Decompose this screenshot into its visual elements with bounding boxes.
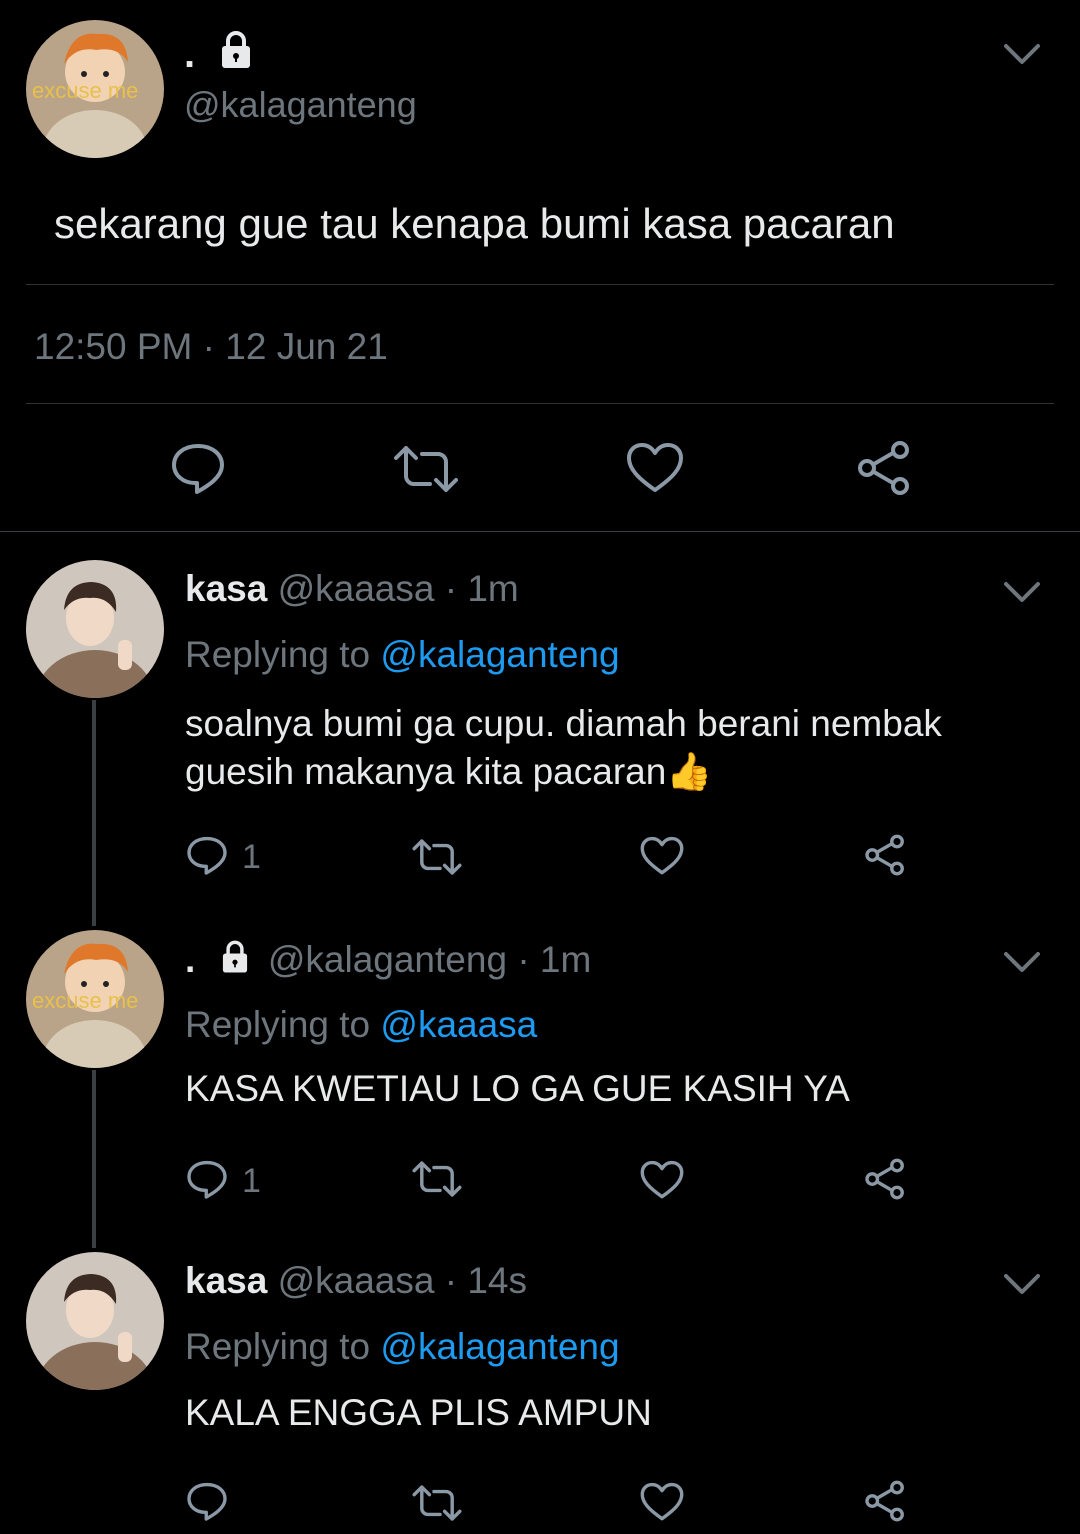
reply-count: 1 [242,838,261,876]
separator: · [444,1260,458,1301]
display-name[interactable]: . [184,32,195,77]
replying-to: Replying to @kalaganteng [185,1326,620,1368]
tweet-text-line: soalnya bumi ga cupu. diamah berani nemb… [185,703,942,744]
lock-icon [222,31,250,68]
thumbs-up-emoji: 👍 [666,751,713,792]
separator: · [517,939,530,980]
tweet-text-span: guesih makanya kita pacaran [185,751,667,792]
replying-handle-link[interactable]: @kalaganteng [380,1326,619,1367]
thread-line [92,700,96,926]
like-icon[interactable] [640,1482,684,1522]
retweet-icon[interactable] [412,1484,462,1522]
display-name[interactable]: kasa [185,568,267,609]
separator: · [202,326,215,367]
handle[interactable]: @kaaasa [278,1260,435,1301]
chevron-down-icon[interactable] [1002,34,1042,74]
thread-line [92,1070,96,1248]
lock-icon [222,940,247,973]
relative-time: 1m [539,939,592,980]
share-icon[interactable] [864,1158,906,1200]
like-icon[interactable] [640,1160,684,1200]
avatar-image [26,560,164,698]
tweet-text-line: guesih makanya kita pacaran👍 [185,748,942,796]
retweet-icon[interactable] [412,1160,462,1198]
relative-time: 1m [467,568,519,609]
replying-handle-link[interactable]: @kaaasa [380,1004,537,1045]
avatar[interactable]: excuse me [26,20,164,158]
reply-icon[interactable] [186,1158,228,1200]
tweet-text: KALA ENGGA PLIS AMPUN [185,1392,652,1433]
avatar-image [26,1252,164,1390]
avatar[interactable] [26,560,164,698]
replying-to: Replying to @kalaganteng [185,634,620,676]
retweet-icon[interactable] [412,838,462,876]
chevron-down-icon[interactable] [1002,942,1042,982]
replying-to: Replying to @kaaasa [185,1004,537,1046]
handle[interactable]: @kalaganteng [184,84,417,126]
share-icon[interactable] [856,440,912,496]
handle[interactable]: @kaaasa [278,568,435,609]
share-icon[interactable] [864,834,906,876]
avatar[interactable] [26,1252,164,1390]
like-icon[interactable] [640,836,684,876]
tweet-text: KASA KWETIAU LO GA GUE KASIH YA [185,1068,850,1109]
date: 12 Jun 21 [225,326,388,367]
section-divider [0,531,1080,532]
replying-prefix: Replying to [185,634,371,675]
replying-prefix: Replying to [185,1004,371,1045]
share-icon[interactable] [864,1480,906,1522]
chevron-down-icon[interactable] [1002,1264,1042,1304]
relative-time: 14s [467,1260,528,1301]
reply-count: 1 [242,1162,261,1200]
display-name[interactable]: . [185,939,195,980]
avatar[interactable]: excuse me [26,930,164,1068]
separator: · [444,568,458,609]
divider [26,403,1054,404]
like-icon[interactable] [626,442,684,494]
divider [26,284,1054,285]
handle[interactable]: @kalaganteng [268,939,507,980]
reply-icon[interactable] [186,834,228,876]
display-name[interactable]: kasa [185,1260,267,1301]
tweet-text: sekarang gue tau kenapa bumi kasa pacara… [54,200,895,247]
avatar-caption: excuse me [32,988,139,1013]
reply-icon[interactable] [186,1480,228,1522]
retweet-icon[interactable] [394,444,458,494]
reply-header: kasa @kaaasa · 1m [185,568,519,610]
replying-handle-link[interactable]: @kalaganteng [380,634,619,675]
reply-header: . @kalaganteng · 1m [185,938,591,981]
time: 12:50 PM [34,326,193,367]
avatar-caption: excuse me [32,78,139,103]
reply-header: kasa @kaaasa · 14s [185,1260,527,1302]
tweet-text: soalnya bumi ga cupu. diamah berani nemb… [185,700,942,796]
chevron-down-icon[interactable] [1002,572,1042,612]
reply-icon[interactable] [170,440,226,496]
replying-prefix: Replying to [185,1326,371,1367]
timestamp: 12:50 PM · 12 Jun 21 [34,326,388,368]
